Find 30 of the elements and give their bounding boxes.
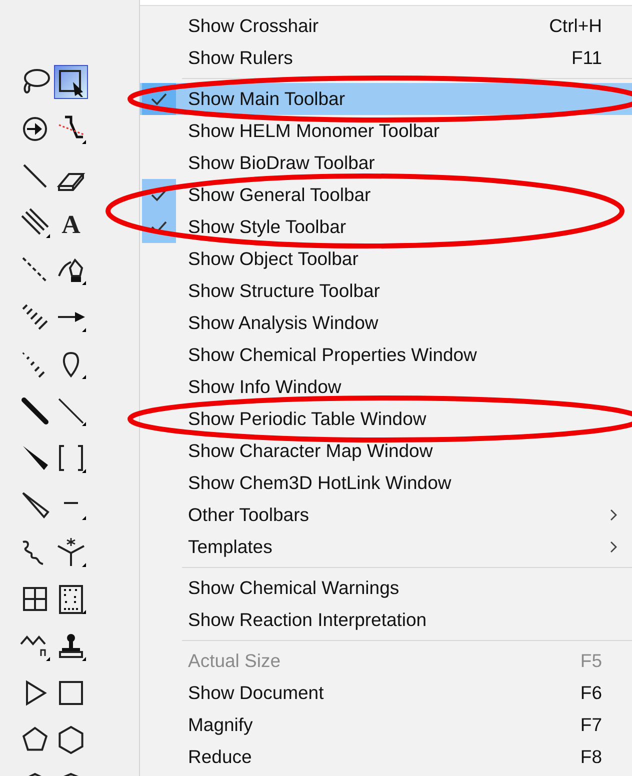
chevron-right-icon [610,541,618,553]
menu-item[interactable]: Show Object Toolbar [140,243,632,275]
selection-icon[interactable] [54,64,88,98]
menu-item[interactable]: Show BioDraw Toolbar [140,147,632,179]
shortcut-label: F7 [580,713,602,738]
menu-item[interactable]: Show General Toolbar [140,179,632,211]
menu-item[interactable]: Show Crosshair Ctrl+H [140,10,632,42]
shortcut-label: F8 [580,745,602,770]
menu-item[interactable]: Show Reaction Interpretation [140,604,632,636]
menu-item[interactable]: Show Periodic Table Window [140,403,632,435]
shortcut-label: F5 [580,649,602,674]
menu-item[interactable]: Templates [140,531,632,563]
menu-item[interactable]: Magnify F7 [140,709,632,741]
menu-item[interactable]: Show Info Window [140,371,632,403]
menu-item[interactable]: Show Analysis Window [140,307,632,339]
menu-item[interactable]: Show Chemical Properties Window [140,339,632,371]
chevron-right-icon [610,509,618,521]
menu-item[interactable]: Show HELM Monomer Toolbar [140,115,632,147]
menu-item[interactable]: Show Document F6 [140,677,632,709]
menu-item[interactable]: Show Style Toolbar [140,211,632,243]
shortcut-label: F11 [571,46,602,70]
menu-item[interactable]: Show Character Map Window [140,435,632,467]
menu-item[interactable]: Show Structure Toolbar [140,275,632,307]
menu-item[interactable]: Show Rulers F11 [140,42,632,74]
menu-item[interactable]: Reduce F8 [140,741,632,773]
menu-item[interactable]: Show Chem3D HotLink Window [140,467,632,499]
shortcut-label: F6 [580,681,602,706]
shortcut-label: Ctrl+H [549,14,602,38]
menu-item[interactable]: Show Chemical Warnings [140,572,632,604]
menu-item[interactable]: Other Toolbars [140,499,632,531]
